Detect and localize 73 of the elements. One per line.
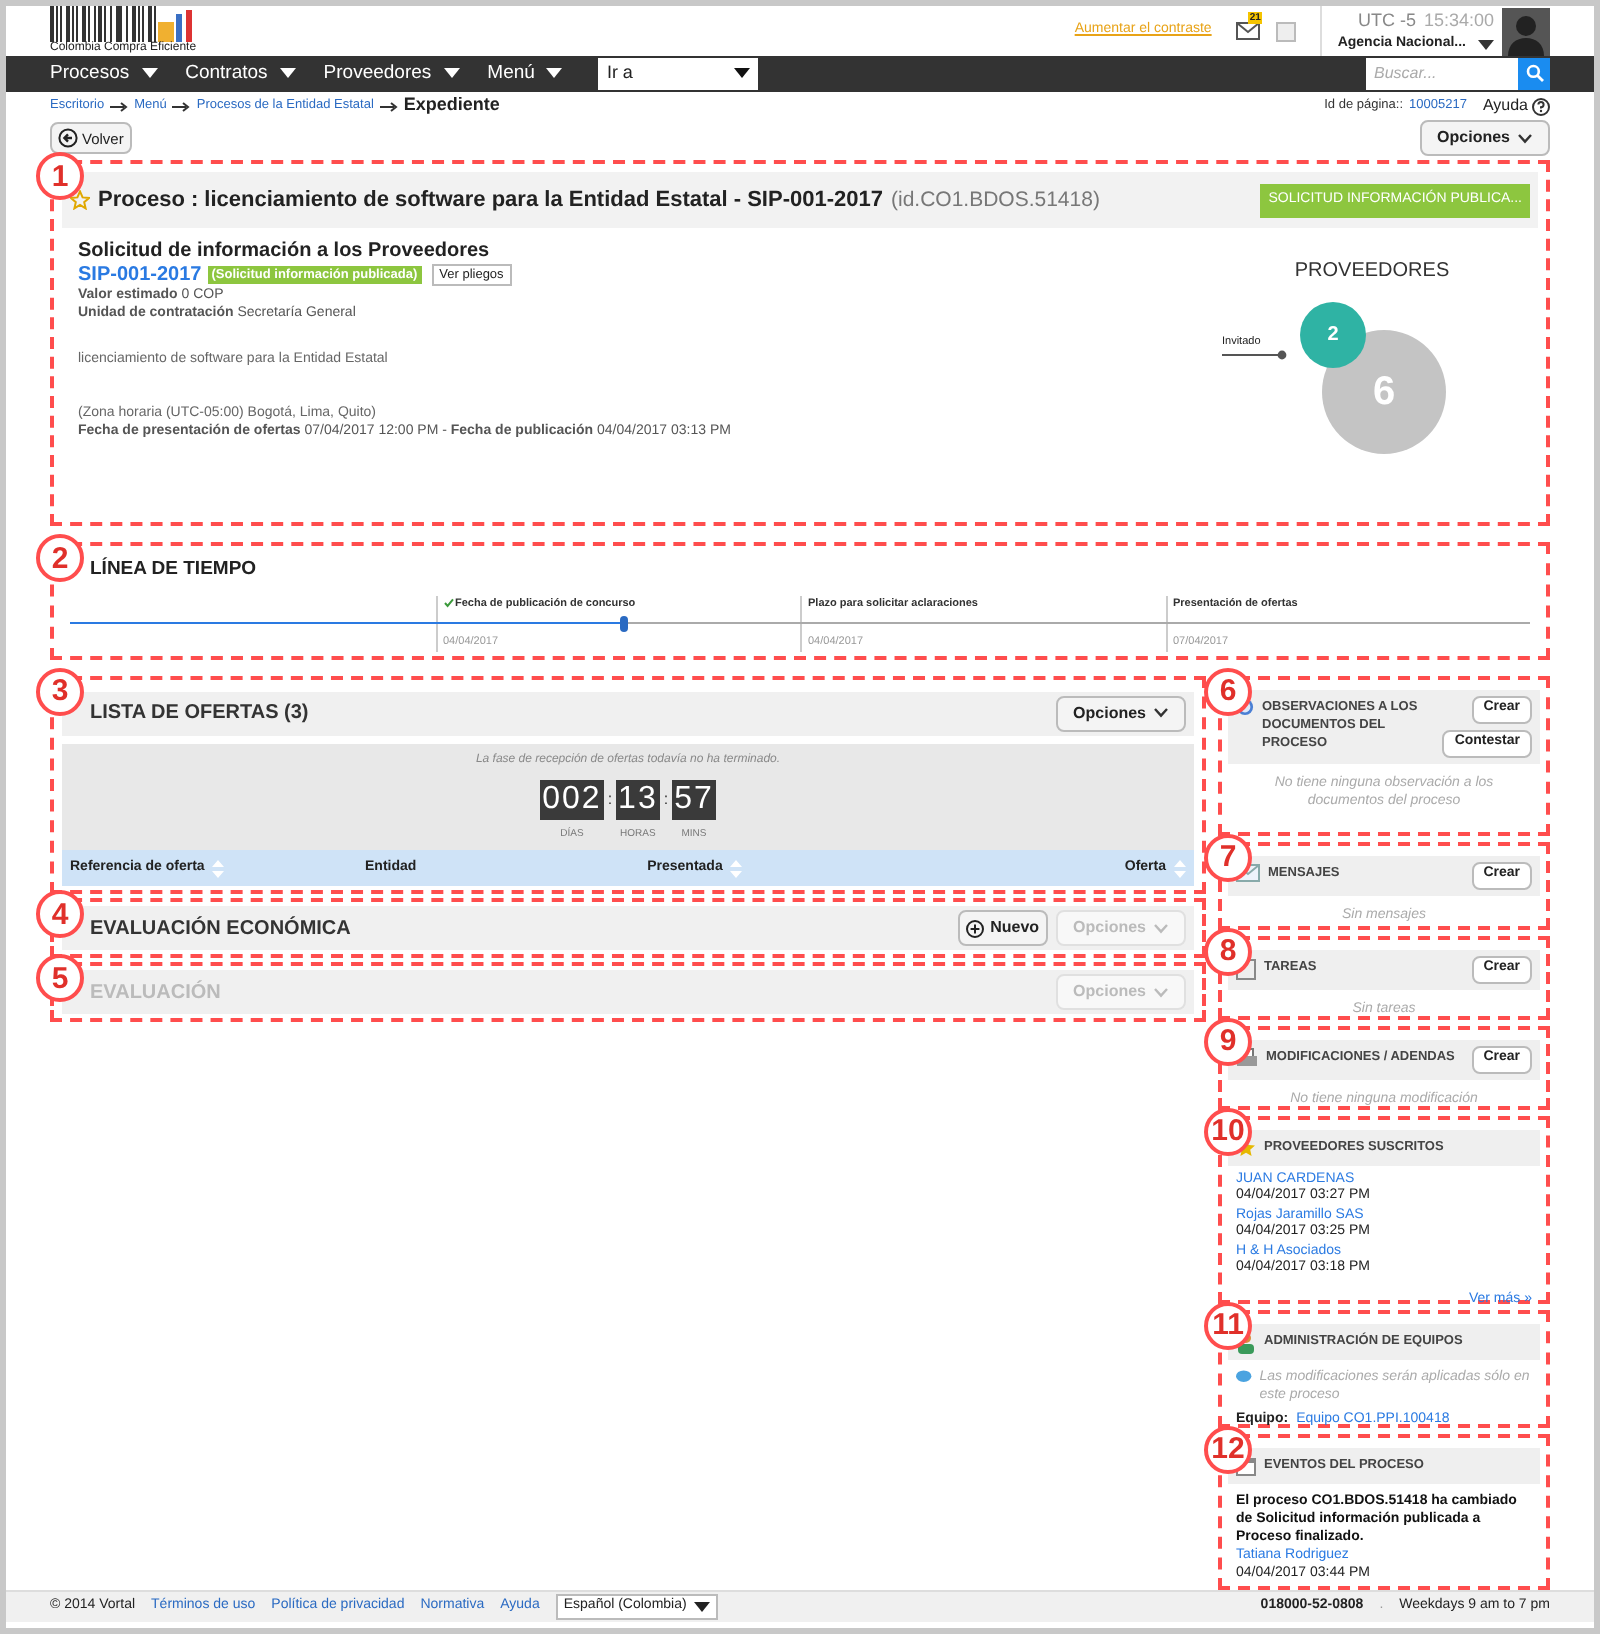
callout-number: 6 [1204,667,1252,716]
nav-menu[interactable]: Contratos [185,59,296,89]
question-icon [1236,697,1254,716]
invited-bubble: 2 [1300,302,1366,369]
countdown-digits: 13 [616,779,660,820]
nav-menu[interactable]: Proveedores [323,59,460,89]
avatar-icon[interactable] [1502,7,1550,55]
callout-number: 11 [1204,1301,1252,1350]
sort-icon [212,859,225,878]
countdown-digits: 002 [540,779,604,820]
back-arrow-icon [58,128,78,149]
callout-number: 3 [36,667,84,716]
search-button[interactable] [1518,57,1550,90]
countdown-separator: : [663,787,669,812]
timeline-title: LÍNEA DE TIEMPO [88,556,259,585]
process-code-link[interactable]: SIP-001-2017 [78,266,202,285]
plus-icon [966,919,985,938]
options-button[interactable]: Opciones [1419,120,1550,157]
leader-line [1222,350,1288,361]
search-icon [1525,64,1543,83]
caret-icon [546,68,563,79]
section-title: LISTA DE OFERTAS (3) [90,700,309,729]
clock-time: 15:34:00 [1423,7,1494,33]
chevron-icon [1518,133,1532,144]
help-link[interactable]: Ayuda [1482,94,1528,119]
callout-number: 5 [36,954,84,1003]
caret-icon [279,68,296,79]
countdown-digits: 57 [672,779,716,820]
countdown-separator: : [607,787,613,812]
person-icon [1236,1331,1256,1354]
breadcrumb-current: Expediente [403,92,500,119]
process-id: (id.CO1.BDOS.51418) [890,185,1100,215]
arrow-icon [110,101,129,112]
callout-number: 7 [1204,833,1252,882]
sort-icon [730,859,743,878]
chevron-icon [1154,987,1168,998]
nav-menu[interactable]: Procesos [50,59,158,89]
barcode-logo-icon [50,6,194,42]
printer-icon [1236,1047,1258,1068]
caret-icon [443,68,460,79]
check-icon [443,598,453,609]
speech-bubble-icon [1236,1367,1252,1386]
arrow-icon [379,101,398,112]
section-title: EVALUACIÓN ECONÓMICA [90,914,353,944]
callout-number: 2 [36,534,84,583]
options-button[interactable]: Opciones [1055,695,1186,732]
callout-number: 8 [1204,927,1252,976]
process-title: Proceso : licenciamiento de software para la Entidad Estatal - SIP-001-2017 [98,186,883,217]
caret-icon [734,68,751,79]
sort-icon [1174,859,1186,878]
goto-select[interactable]: Ir a [598,57,759,90]
callout-number: 9 [1204,1017,1252,1066]
caret-icon [141,68,158,79]
caret-icon [694,1601,711,1612]
callout-number: 4 [36,890,84,939]
nav-menu[interactable]: Menú [487,59,563,89]
star-outline-icon[interactable] [70,190,90,211]
callout-number: 10 [1204,1107,1252,1156]
callout-number: 1 [36,152,84,201]
timezone-label: UTC -5 [1357,7,1416,33]
timeline-handle[interactable] [620,615,629,632]
help-icon[interactable] [1532,97,1550,116]
process-heading: Solicitud de información a los Proveedores [78,240,492,265]
goto-text: Ir a [606,60,633,87]
new-button[interactable]: Nuevo [958,910,1048,947]
chevron-icon [1154,708,1168,719]
chevron-icon [1154,923,1168,934]
suppliers-chart-title: PROVEEDORES [1294,258,1450,287]
caret-icon [1478,39,1494,50]
arrow-icon [172,101,191,112]
search-field[interactable]: Buscar... [1366,57,1518,90]
callout-number: 12 [1204,1425,1252,1474]
mail-icon[interactable] [1235,22,1260,40]
